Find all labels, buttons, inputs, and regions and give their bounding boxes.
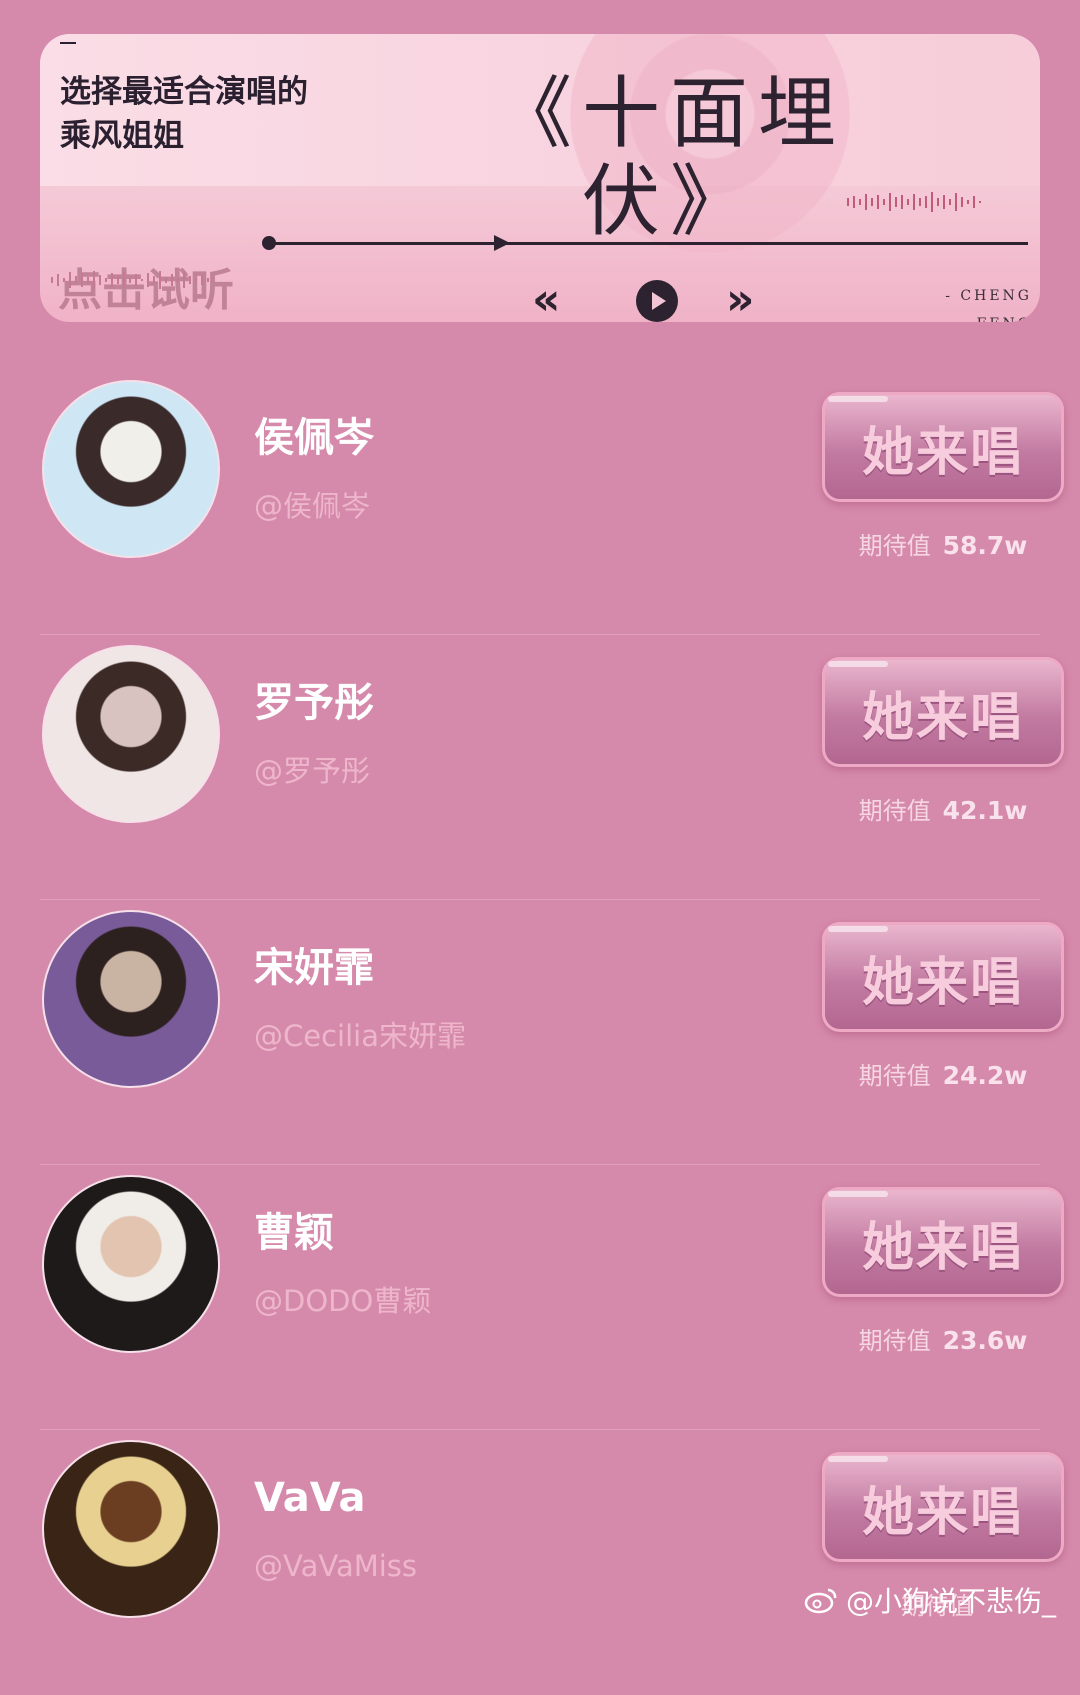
singer-row: 宋妍霏 @Cecilia宋妍霏 她来唱 期待值 24.2w: [0, 900, 1080, 1165]
expect-label: 期待值: [858, 1062, 931, 1090]
she-sing-button[interactable]: 她来唱: [822, 1187, 1064, 1297]
singer-list: 侯佩岑 @侯佩岑 她来唱 期待值 58.7w 罗予彤 @罗予彤 她来唱 期待值 42…: [0, 370, 1080, 1695]
avatar[interactable]: [42, 645, 220, 823]
waveform-right-icon: [847, 192, 981, 212]
expect-number: 24.2w: [942, 1061, 1028, 1090]
avatar[interactable]: [42, 380, 220, 558]
expect-label: 期待值: [858, 1327, 931, 1355]
credit-line-1: - CHENG: [945, 288, 1032, 304]
previous-icon[interactable]: «: [532, 278, 560, 322]
singer-handle[interactable]: @Cecilia宋妍霏: [254, 1018, 466, 1054]
watermark-text: @小狗说不悲伤_: [845, 1585, 1056, 1618]
expectation-value: 期待值 58.7w: [822, 526, 1064, 561]
singer-handle[interactable]: @罗予彤: [254, 753, 370, 789]
she-sing-button[interactable]: 她来唱: [822, 1452, 1064, 1562]
avatar[interactable]: [42, 1440, 220, 1618]
weibo-icon: [804, 1588, 837, 1614]
singer-name: 侯佩岑: [254, 415, 374, 461]
singer-name: 罗予彤: [254, 680, 374, 726]
artist-credit: - CHENG FENG: [945, 282, 1032, 322]
subtitle-line-2: 乘风姐姐: [60, 118, 184, 154]
singer-row: 罗予彤 @罗予彤 她来唱 期待值 42.1w: [0, 635, 1080, 900]
she-sing-button[interactable]: 她来唱: [822, 392, 1064, 502]
expect-label: 期待值: [858, 532, 931, 560]
she-sing-button[interactable]: 她来唱: [822, 657, 1064, 767]
dash-mark: [60, 42, 76, 44]
singer-row: VaVa @VaVaMiss 她来唱 期待值: [0, 1430, 1080, 1695]
expectation-value: 期待值 24.2w: [822, 1056, 1064, 1091]
singer-name: 曹颖: [254, 1210, 334, 1256]
singer-handle[interactable]: @侯佩岑: [254, 488, 370, 524]
watermark: @小狗说不悲伤_: [804, 1580, 1056, 1620]
singer-name: 宋妍霏: [254, 945, 374, 991]
singer-handle[interactable]: @DODO曹颖: [254, 1283, 431, 1319]
she-sing-button[interactable]: 她来唱: [822, 922, 1064, 1032]
expect-number: 42.1w: [942, 796, 1028, 825]
expectation-value: 期待值 42.1w: [822, 791, 1064, 826]
next-icon[interactable]: »: [726, 278, 754, 322]
expect-number: 23.6w: [942, 1326, 1028, 1355]
singer-name: VaVa: [254, 1475, 366, 1521]
credit-line-2: FENG: [945, 310, 1032, 322]
subtitle-line-1: 选择最适合演唱的: [60, 74, 308, 110]
singer-handle[interactable]: @VaVaMiss: [254, 1548, 417, 1584]
player-subtitle: 选择最适合演唱的 乘风姐姐: [60, 70, 380, 158]
song-title: 《十面埋伏》: [493, 69, 846, 247]
waveform-left-icon: [51, 271, 209, 289]
expect-number: 58.7w: [942, 531, 1028, 560]
player-card[interactable]: 选择最适合演唱的 乘风姐姐 《十面埋伏》 点击试听 « » - CHENG: [40, 34, 1040, 322]
avatar[interactable]: [42, 910, 220, 1088]
singer-row: 曹颖 @DODO曹颖 她来唱 期待值 23.6w: [0, 1165, 1080, 1430]
progress-handle[interactable]: [494, 235, 511, 251]
avatar[interactable]: [42, 1175, 220, 1353]
expect-label: 期待值: [858, 797, 931, 825]
progress-track[interactable]: [266, 242, 1028, 245]
expectation-value: 期待值 23.6w: [822, 1321, 1064, 1356]
singer-row: 侯佩岑 @侯佩岑 她来唱 期待值 58.7w: [0, 370, 1080, 635]
play-icon[interactable]: [636, 280, 678, 322]
